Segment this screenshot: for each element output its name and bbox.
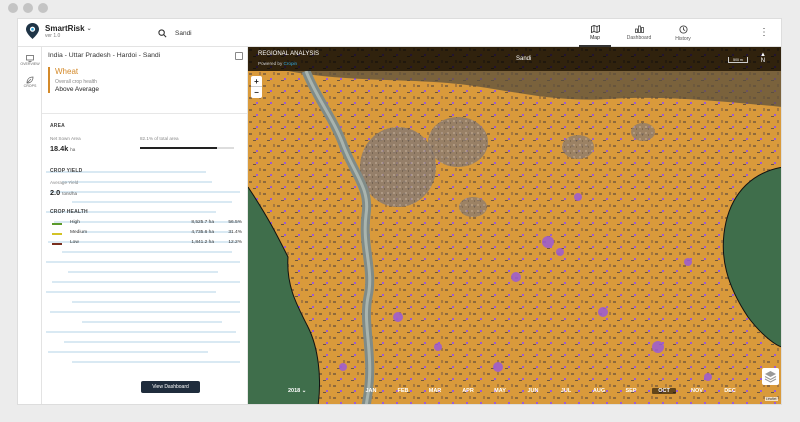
- month-apr[interactable]: APR: [456, 388, 480, 394]
- monitor-icon: [26, 54, 34, 62]
- cropin-brand: Cropin: [283, 61, 298, 66]
- leaf-icon: [26, 76, 34, 84]
- health-row-medium: Medium 4,735.6 ha 31.4%: [52, 230, 242, 239]
- month-mar[interactable]: MAR: [423, 388, 447, 394]
- top-bar: SmartRisk⌄ ver 1.0 Map: [18, 19, 781, 47]
- north-arrow-icon: ▲ N: [760, 52, 766, 64]
- health-swatch: [52, 223, 62, 225]
- rail-item-crops[interactable]: CROPS: [18, 71, 42, 93]
- map-place-name: Sandi: [516, 56, 532, 62]
- window-controls: [8, 3, 48, 13]
- rail-item-crops-label: CROPS: [23, 84, 37, 88]
- month-jan[interactable]: JAN: [359, 388, 383, 394]
- map-view[interactable]: REGIONAL ANALYSIS Powered by Cropin Sand…: [248, 47, 782, 405]
- yield-section-title: CROP YIELD: [50, 168, 83, 174]
- month-jul[interactable]: JUL: [554, 388, 578, 394]
- search-input[interactable]: [175, 29, 475, 37]
- health-swatch: [52, 243, 62, 245]
- map-header: REGIONAL ANALYSIS Powered by Cropin Sand…: [248, 47, 781, 71]
- health-section-title: CROP HEALTH: [50, 209, 88, 215]
- month-aug[interactable]: AUG: [587, 388, 611, 394]
- layers-icon: [764, 371, 777, 383]
- area-share-text: 82.1% of total area: [140, 136, 179, 141]
- health-swatch: [52, 233, 62, 235]
- view-dashboard-button[interactable]: View Dashboard: [141, 381, 200, 393]
- map-icon: [590, 25, 600, 33]
- tab-history-label: History: [675, 35, 691, 42]
- window-dot: [23, 3, 33, 13]
- year-selector[interactable]: 2018 ⌄: [288, 388, 306, 394]
- location-breadcrumb: India - Uttar Pradesh - Hardoi - Sandi: [48, 52, 161, 59]
- tab-dashboard[interactable]: Dashboard: [617, 19, 661, 47]
- app-window: SmartRisk⌄ ver 1.0 Map: [17, 18, 782, 405]
- month-timeline: 2018 ⌄ JAN FEB MAR APR MAY JUN JUL AUG S…: [248, 379, 781, 404]
- crop-panel: India - Uttar Pradesh - Hardoi - Sandi W…: [42, 47, 248, 404]
- chevron-down-icon[interactable]: ⌄: [87, 25, 92, 32]
- panel-watermark: [46, 171, 240, 363]
- app-name: SmartRisk: [45, 23, 85, 33]
- tab-map-label: Map: [590, 35, 600, 41]
- crop-health-label: Overall crop health: [55, 79, 97, 85]
- net-sown-value: 18.4k ha: [50, 144, 76, 153]
- crop-summary: Wheat Overall crop health Above Average: [48, 67, 243, 93]
- average-yield-label: Average Yield: [50, 180, 79, 185]
- month-feb[interactable]: FEB: [391, 388, 415, 394]
- zoom-out-button[interactable]: −: [251, 87, 262, 98]
- main-nav: Map Dashboard History: [573, 19, 705, 47]
- brand[interactable]: SmartRisk ⌄ ver 1.0: [26, 23, 92, 39]
- search-icon: [158, 28, 167, 37]
- expand-icon[interactable]: [235, 52, 243, 60]
- tab-history[interactable]: History: [661, 19, 705, 47]
- icon-rail: OVERVIEW CROPS: [18, 47, 42, 404]
- zoom-in-button[interactable]: +: [251, 76, 262, 87]
- crop-name: Wheat: [55, 67, 79, 76]
- area-share-fill: [140, 147, 218, 149]
- month-may[interactable]: MAY: [488, 388, 512, 394]
- logo-icon: [26, 23, 39, 39]
- area-share-bar: [140, 147, 234, 149]
- more-menu-icon[interactable]: ⋮: [759, 27, 769, 38]
- rail-item-overview-label: OVERVIEW: [20, 61, 40, 66]
- history-icon: [678, 24, 688, 34]
- rail-item-overview[interactable]: OVERVIEW: [18, 49, 42, 71]
- health-row-high: High 8,525.7 ha 56.5%: [52, 220, 242, 229]
- area-section-title: AREA: [50, 123, 65, 129]
- tab-dashboard-label: Dashboard: [626, 35, 652, 41]
- window-dot: [38, 3, 48, 13]
- average-yield-value: 2.0 tons/ha: [50, 188, 77, 197]
- app-version: ver 1.0: [45, 32, 61, 39]
- regional-analysis-title: REGIONAL ANALYSIS: [258, 51, 320, 57]
- satellite-map[interactable]: [248, 47, 782, 405]
- map-attribution[interactable]: Leaflet: [765, 397, 778, 401]
- month-oct[interactable]: OCT: [652, 388, 676, 394]
- crop-health-value: Above Average: [55, 86, 99, 93]
- net-sown-label: Net Sown Area: [50, 136, 81, 141]
- zoom-control: + −: [251, 76, 262, 98]
- chevron-down-icon: ⌄: [301, 388, 307, 394]
- month-sep[interactable]: SEP: [619, 388, 643, 394]
- health-row-low: Low 1,841.2 ha 12.2%: [52, 240, 242, 249]
- divider: [42, 113, 247, 114]
- layers-button[interactable]: [762, 368, 779, 385]
- month-nov[interactable]: NOV: [685, 388, 709, 394]
- window-dot: [8, 3, 18, 13]
- month-dec[interactable]: DEC: [718, 388, 742, 394]
- powered-by: Powered by Cropin: [258, 61, 298, 66]
- scale-bar: 500 m: [728, 57, 748, 63]
- tab-map[interactable]: Map: [573, 19, 617, 47]
- bar-chart-icon: [634, 25, 644, 33]
- month-jun[interactable]: JUN: [521, 388, 545, 394]
- search-bar[interactable]: [158, 25, 538, 41]
